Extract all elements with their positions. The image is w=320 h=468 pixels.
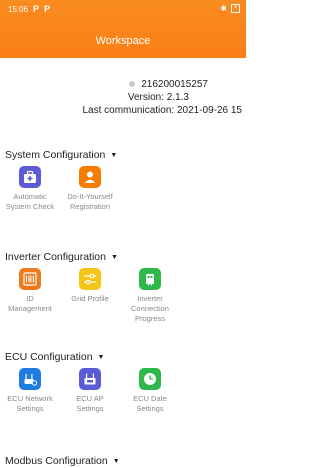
- section-header[interactable]: Inverter Configuration ▼: [0, 250, 246, 264]
- caret-down-icon: ▼: [110, 253, 118, 261]
- barcode-icon: [19, 268, 41, 290]
- item-label: Grid Profile: [71, 294, 109, 303]
- person-icon: [79, 166, 101, 188]
- inverter-connection-progress-button[interactable]: Inverter Connection Progress: [120, 268, 180, 324]
- grid-profile-button[interactable]: Grid Profile: [60, 268, 120, 324]
- ecu-ap-settings-button[interactable]: ECU AP Settings: [60, 368, 120, 414]
- status-time: 15:06: [8, 4, 29, 14]
- item-label: Automatic System Check: [5, 192, 55, 211]
- status-bar: 15:06 P P: [8, 4, 50, 14]
- ecu-network-settings-button[interactable]: ECU Network Settings: [0, 368, 60, 414]
- status-indicator: P: [33, 4, 40, 14]
- ecu-serial: 216200015257: [141, 79, 208, 90]
- close-box-icon: ×: [231, 4, 240, 13]
- section-header[interactable]: ECU Configuration ▼: [0, 350, 246, 364]
- section-system-configuration: System Configuration ▼ Automatic System C…: [0, 148, 246, 211]
- section-header[interactable]: System Configuration ▼: [0, 148, 246, 162]
- caret-down-icon: ▼: [97, 353, 105, 361]
- bluetooth-icon: ✱: [220, 3, 227, 13]
- status-dot-icon: [129, 81, 136, 88]
- section-modbus-configuration: Modbus Configuration ▼: [0, 454, 246, 468]
- ecu-network-icon: [19, 368, 41, 390]
- section-header[interactable]: Modbus Configuration ▼: [0, 454, 246, 468]
- version-text: Version: 2.1.3: [127, 92, 189, 103]
- status-indicator: P: [44, 4, 51, 14]
- sliders-icon: [79, 268, 101, 290]
- id-management-button[interactable]: ID Management: [0, 268, 60, 324]
- item-label: ECU AP Settings: [76, 394, 104, 413]
- item-label: ID Management: [8, 294, 52, 313]
- automatic-system-check-button[interactable]: Automatic System Check: [0, 166, 60, 212]
- item-label: Do-It-Yourself Registration: [67, 192, 113, 211]
- last-communication: Last communication: 2021-09-26 15: [82, 105, 242, 116]
- ecu-ap-icon: [79, 368, 101, 390]
- item-label: ECU Network Settings: [7, 394, 53, 413]
- page-title: Workspace: [95, 35, 151, 47]
- app-header: 15:06 P P ✱ × Workspace: [0, 0, 246, 58]
- caret-down-icon: ▼: [112, 457, 120, 465]
- inverter-icon: [139, 268, 161, 290]
- item-label: ECU Date Settings: [133, 394, 167, 413]
- diy-registration-button[interactable]: Do-It-Yourself Registration: [60, 166, 120, 212]
- ecu-date-settings-button[interactable]: ECU Date Settings: [120, 368, 180, 414]
- device-info: 216200015257 Version: 2.1.3 Last communi…: [2, 78, 242, 117]
- item-label: Inverter Connection Progress: [131, 294, 169, 323]
- medkit-icon: [19, 166, 41, 188]
- clock-icon: [139, 368, 161, 390]
- caret-down-icon: ▼: [110, 151, 118, 159]
- section-inverter-configuration: Inverter Configuration ▼ ID Management Gr…: [0, 250, 246, 323]
- section-ecu-configuration: ECU Configuration ▼ ECU Network Settings …: [0, 350, 246, 413]
